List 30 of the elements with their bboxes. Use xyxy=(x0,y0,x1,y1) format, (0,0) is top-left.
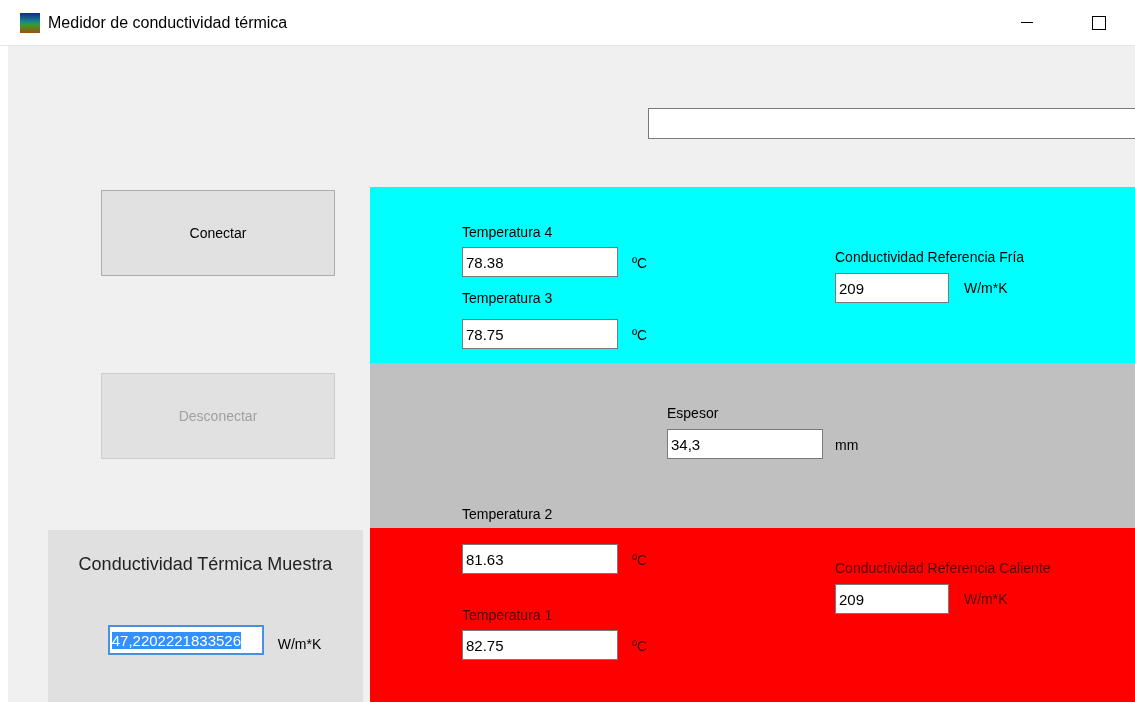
unit-label: W/m*K xyxy=(277,636,322,652)
result-value: 47,2202221833526 xyxy=(111,631,242,649)
conductivity-field[interactable]: 209 xyxy=(835,584,949,614)
field-label: Temperatura 2 xyxy=(462,506,554,522)
temperature-field[interactable]: 78.38 xyxy=(462,247,618,277)
unit-label: ºC xyxy=(632,327,648,343)
field-label: Conductividad Referencia Fría xyxy=(835,249,1026,265)
unit-label: ºC xyxy=(632,552,648,568)
field-label: Temperatura 4 xyxy=(462,224,554,240)
maximize-icon[interactable] xyxy=(1092,15,1106,30)
app-icon xyxy=(20,12,40,33)
minimize-icon[interactable] xyxy=(1021,21,1033,24)
thickness-field[interactable]: 34,3 xyxy=(667,429,823,459)
field-label: Conductividad Referencia Caliente xyxy=(835,560,1052,576)
unit-label: W/m*K xyxy=(964,280,1008,296)
conductivity-field[interactable]: 209 xyxy=(835,273,949,303)
panel-title: Conductividad Térmica Muestra xyxy=(78,554,333,575)
field-label: Espesor xyxy=(667,405,720,421)
temperature-field[interactable]: 78.75 xyxy=(462,319,618,349)
connect-button[interactable]: Conectar xyxy=(101,190,335,276)
field-label: Temperatura 3 xyxy=(462,290,554,306)
temperature-field[interactable]: 82.75 xyxy=(462,630,618,660)
status-field[interactable] xyxy=(648,108,1135,139)
unit-label: W/m*K xyxy=(964,591,1008,607)
temperature-field[interactable]: 81.63 xyxy=(462,544,618,574)
unit-label: ºC xyxy=(632,255,648,271)
field-label: Temperatura 1 xyxy=(462,607,554,623)
unit-label: mm xyxy=(835,437,859,453)
unit-label: ºC xyxy=(632,638,648,654)
window-title: Medidor de conductividad térmica xyxy=(48,13,289,32)
